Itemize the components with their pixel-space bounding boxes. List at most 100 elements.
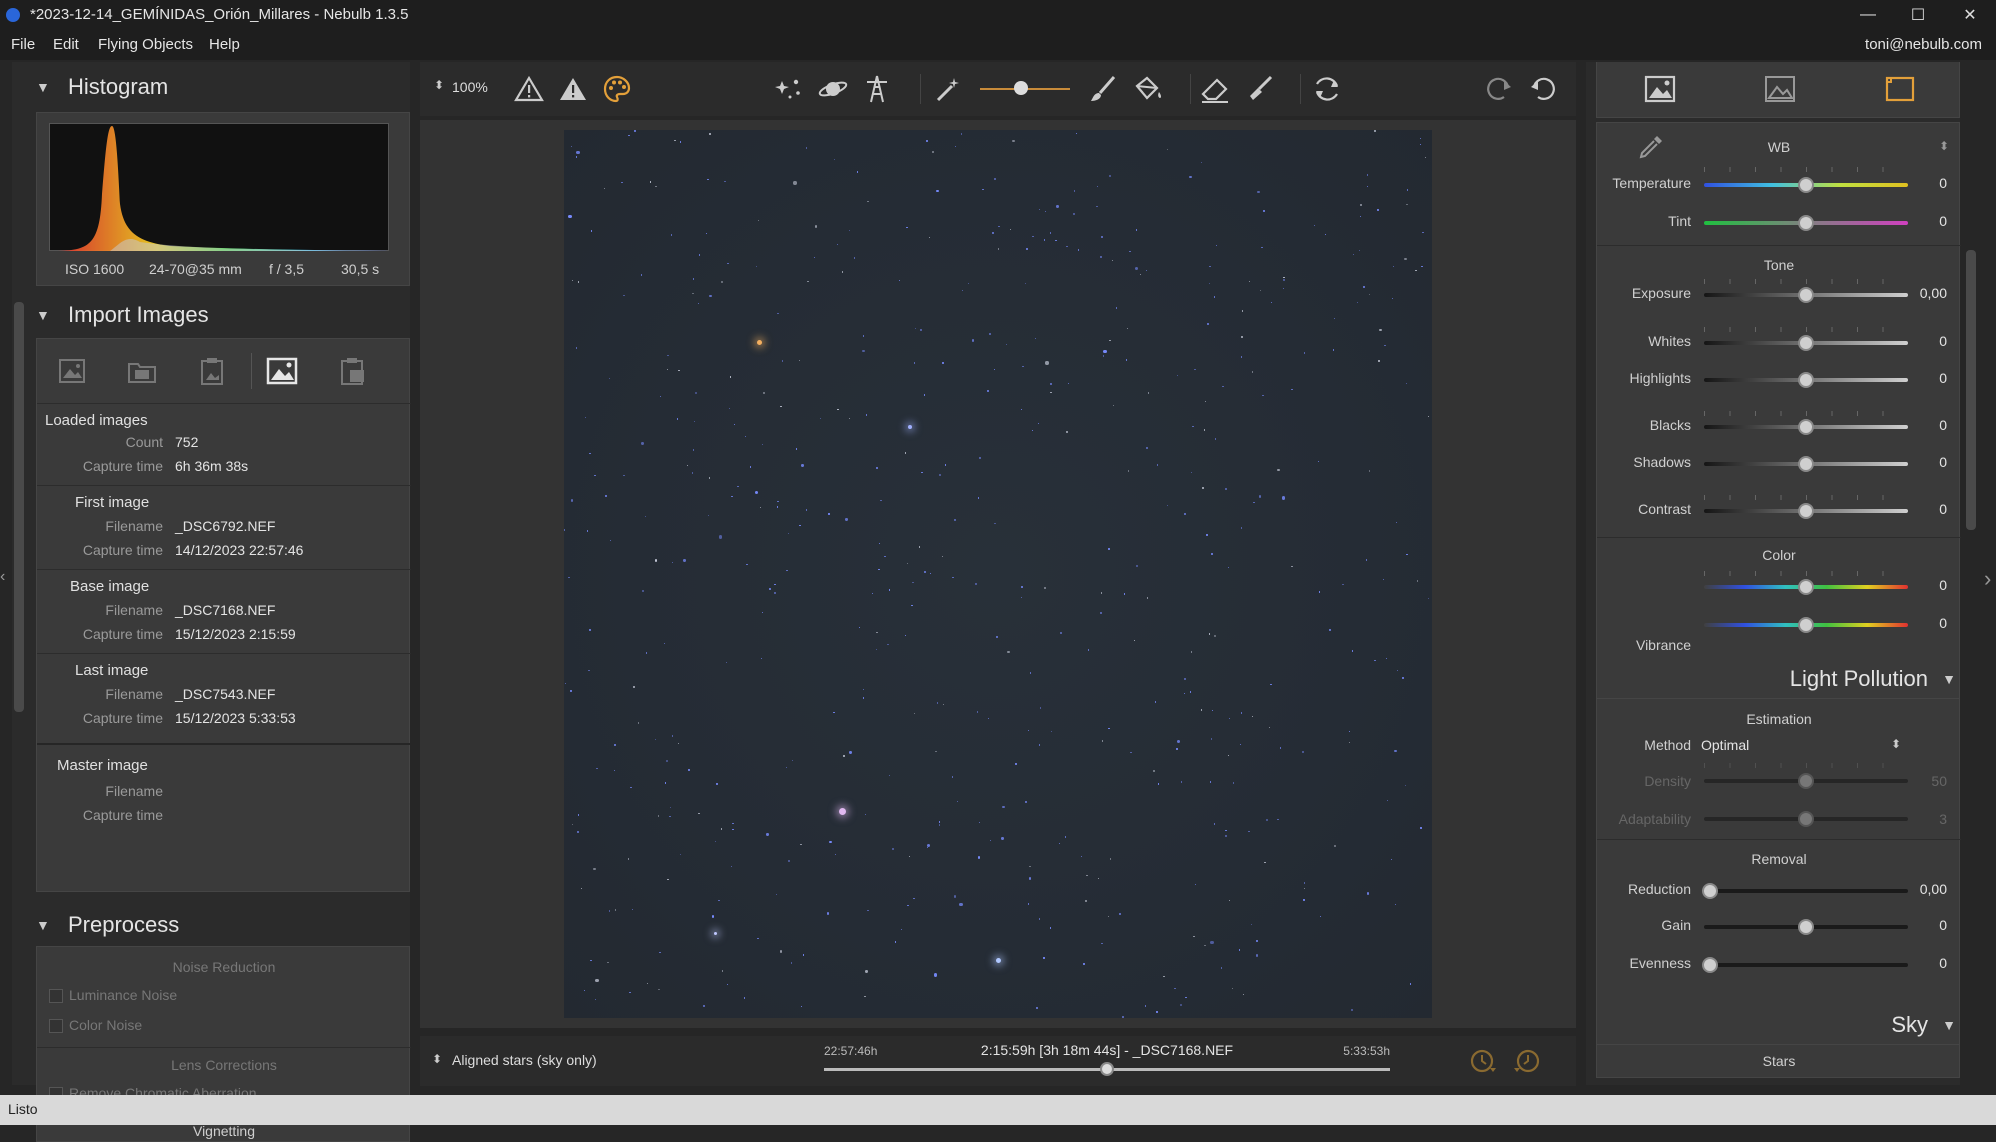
adaptability-knob[interactable] (1798, 811, 1814, 827)
histogram-header[interactable]: ▼ Histogram (12, 70, 410, 106)
adaptability-value[interactable]: 3 (1939, 811, 1947, 827)
right-scrollbar[interactable] (1966, 250, 1976, 530)
blacks-value[interactable]: 0 (1939, 417, 1947, 433)
saturation-knob[interactable] (1798, 617, 1814, 633)
blacks-slider[interactable] (1704, 419, 1908, 435)
whites-value[interactable]: 0 (1939, 333, 1947, 349)
import-images-header[interactable]: ▼ Import Images (12, 298, 410, 334)
vignetting-title[interactable]: Vignetting (37, 1123, 411, 1139)
landscape-tab-icon[interactable] (1763, 72, 1797, 106)
highlights-slider[interactable] (1704, 372, 1908, 388)
menu-help[interactable]: Help (209, 36, 240, 53)
highlights-knob[interactable] (1798, 372, 1814, 388)
remove-images-icon[interactable] (327, 349, 377, 393)
stars-icon[interactable] (772, 72, 806, 106)
blacks-knob[interactable] (1798, 419, 1814, 435)
light-pollution-header[interactable]: Light Pollution ▼ (1596, 662, 1960, 698)
mode-stepper-icon[interactable]: ⬍ (432, 1052, 442, 1066)
clock-forward-icon[interactable] (1466, 1044, 1500, 1078)
tint-value[interactable]: 0 (1939, 213, 1947, 229)
contrast-slider[interactable] (1704, 503, 1908, 519)
redo-icon[interactable] (1482, 72, 1516, 106)
crop-tab-icon[interactable] (1883, 72, 1917, 106)
collapse-right-chevron-icon[interactable]: › (1984, 566, 1991, 592)
temperature-knob[interactable] (1798, 177, 1814, 193)
evenness-knob[interactable] (1702, 957, 1718, 973)
zoom-stepper-icon[interactable]: ⬍ (434, 78, 444, 92)
maximize-button[interactable]: ☐ (1892, 0, 1944, 30)
minimize-button[interactable]: — (1842, 0, 1894, 30)
tint-knob[interactable] (1798, 215, 1814, 231)
planet-icon[interactable] (816, 72, 850, 106)
exposure-slider[interactable] (1704, 287, 1908, 303)
highlights-value[interactable]: 0 (1939, 370, 1947, 386)
menu-flying-objects[interactable]: Flying Objects (98, 36, 193, 53)
preprocess-header[interactable]: ▼ Preprocess (12, 908, 410, 944)
saturation-value[interactable]: 0 (1939, 615, 1947, 631)
temperature-slider[interactable] (1704, 177, 1908, 193)
tower-icon[interactable] (860, 72, 894, 106)
gain-slider[interactable] (1704, 919, 1908, 935)
evenness-value[interactable]: 0 (1939, 955, 1947, 971)
gain-knob[interactable] (1798, 919, 1814, 935)
contrast-knob[interactable] (1798, 503, 1814, 519)
warning-filled-icon[interactable] (556, 72, 590, 106)
sky-header[interactable]: Sky ▼ (1596, 1008, 1960, 1044)
exposure-value[interactable]: 0,00 (1920, 285, 1947, 301)
method-select[interactable]: Optimal (1701, 737, 1749, 753)
collapse-left-chevron-icon[interactable]: ‹ (0, 568, 5, 586)
vibrance-slider[interactable] (1704, 579, 1908, 595)
vibrance-knob[interactable] (1798, 579, 1814, 595)
timeline-slider[interactable] (824, 1062, 1390, 1076)
refresh-icon[interactable] (1310, 72, 1344, 106)
reduction-knob[interactable] (1702, 883, 1718, 899)
saturation-slider[interactable] (1704, 617, 1908, 633)
left-scrollbar[interactable] (14, 302, 24, 712)
stars-section[interactable]: Stars (1597, 1053, 1961, 1069)
import-folder-icon[interactable] (117, 349, 167, 393)
method-stepper-icon[interactable]: ⬍ (1891, 737, 1901, 751)
master-image-icon[interactable] (257, 349, 307, 393)
density-knob[interactable] (1798, 773, 1814, 789)
menu-file[interactable]: File (11, 36, 35, 53)
clock-backward-icon[interactable] (1510, 1044, 1544, 1078)
gain-value[interactable]: 0 (1939, 917, 1947, 933)
close-button[interactable]: ✕ (1944, 0, 1996, 30)
magic-wand-icon[interactable] (932, 72, 966, 106)
evenness-slider[interactable] (1702, 957, 1908, 973)
luminance-noise-checkbox[interactable] (49, 989, 63, 1003)
color-palette-icon[interactable] (600, 72, 634, 106)
shadows-knob[interactable] (1798, 456, 1814, 472)
density-value[interactable]: 50 (1931, 773, 1947, 789)
clear-brush-icon[interactable] (1242, 72, 1276, 106)
brush-icon[interactable] (1086, 72, 1120, 106)
user-account[interactable]: toni@nebulb.com (1865, 36, 1982, 53)
tint-slider[interactable] (1704, 215, 1908, 231)
image-tab-icon[interactable] (1643, 72, 1677, 106)
adaptability-slider[interactable] (1704, 811, 1908, 827)
vibrance-value[interactable]: 0 (1939, 577, 1947, 593)
shadows-value[interactable]: 0 (1939, 454, 1947, 470)
exposure-knob[interactable] (1798, 287, 1814, 303)
shadows-slider[interactable] (1704, 456, 1908, 472)
fill-bucket-icon[interactable] (1130, 72, 1164, 106)
brush-size-knob[interactable] (1014, 81, 1028, 95)
density-slider[interactable] (1704, 773, 1908, 789)
menu-edit[interactable]: Edit (53, 36, 79, 53)
zoom-value[interactable]: 100% (452, 79, 488, 95)
undo-icon[interactable] (1526, 72, 1560, 106)
reduction-slider[interactable] (1702, 883, 1908, 899)
contrast-value[interactable]: 0 (1939, 501, 1947, 517)
reduction-value[interactable]: 0,00 (1920, 881, 1947, 897)
paste-images-icon[interactable] (187, 349, 237, 393)
whites-slider[interactable] (1704, 335, 1908, 351)
sky-image[interactable] (564, 130, 1432, 1018)
wb-preset-stepper-icon[interactable]: ⬍ (1939, 139, 1949, 153)
eraser-icon[interactable] (1198, 72, 1232, 106)
color-noise-checkbox[interactable] (49, 1019, 63, 1033)
view-mode-select[interactable]: Aligned stars (sky only) (452, 1052, 597, 1068)
whites-knob[interactable] (1798, 335, 1814, 351)
temperature-value[interactable]: 0 (1939, 175, 1947, 191)
warning-outline-icon[interactable] (512, 72, 546, 106)
timeline-knob[interactable] (1100, 1062, 1114, 1076)
